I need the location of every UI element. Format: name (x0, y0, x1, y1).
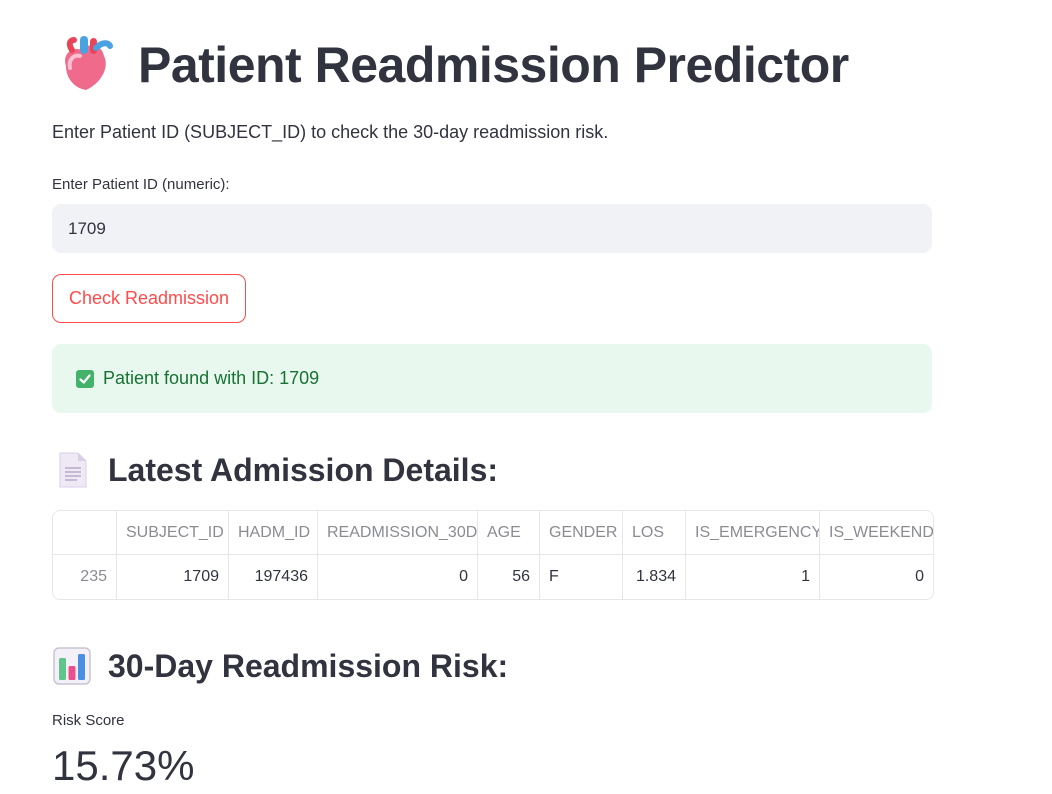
patient-id-label: Enter Patient ID (numeric): (52, 176, 230, 193)
table-cell[interactable]: 1 (686, 555, 820, 599)
table-header-row: SUBJECT_ID HADM_ID READMISSION_30D AGE G… (53, 511, 933, 555)
risk-score-label: Risk Score (52, 712, 125, 729)
table-cell[interactable]: 1709 (117, 555, 229, 599)
table-cell[interactable]: 0 (318, 555, 478, 599)
check-readmission-button[interactable]: Check Readmission (52, 274, 246, 323)
table-cell[interactable]: 56 (478, 555, 540, 599)
column-header[interactable] (53, 511, 117, 555)
success-alert: Patient found with ID: 1709 (52, 344, 932, 413)
admission-details-table[interactable]: SUBJECT_ID HADM_ID READMISSION_30D AGE G… (52, 510, 934, 600)
page-title-text: Patient Readmission Predictor (138, 37, 849, 93)
column-header[interactable]: LOS (623, 511, 686, 555)
readmission-risk-heading-text: 30-Day Readmission Risk: (108, 647, 509, 684)
admission-details-heading: Latest Admission Details: (52, 447, 498, 493)
patient-id-input[interactable] (52, 204, 932, 253)
table-cell[interactable]: F (540, 555, 623, 599)
table-cell[interactable]: 1.834 (623, 555, 686, 599)
column-header[interactable]: GENDER (540, 511, 623, 555)
success-alert-text: Patient found with ID: 1709 (103, 368, 320, 388)
column-header[interactable]: IS_EMERGENCY (686, 511, 820, 555)
column-header[interactable]: AGE (478, 511, 540, 555)
anatomical-heart-icon (65, 36, 113, 90)
column-header[interactable]: IS_WEEKEND (820, 511, 933, 555)
row-index-cell[interactable]: 235 (53, 555, 117, 599)
column-header[interactable]: SUBJECT_ID (117, 511, 229, 555)
readmission-risk-heading: 30-Day Readmission Risk: (52, 643, 508, 689)
intro-text: Enter Patient ID (SUBJECT_ID) to check t… (52, 122, 609, 142)
table-cell[interactable]: 0 (820, 555, 933, 599)
bar-chart-icon (53, 647, 91, 685)
column-header[interactable]: READMISSION_30D (318, 511, 478, 555)
table-row: 235 1709 197436 0 56 F 1.834 1 0 (53, 555, 933, 599)
admission-details-heading-text: Latest Admission Details: (108, 451, 499, 488)
page-facing-up-icon (59, 452, 87, 488)
table-cell[interactable]: 197436 (229, 555, 318, 599)
page-title: Patient Readmission Predictor (52, 30, 952, 100)
column-header[interactable]: HADM_ID (229, 511, 318, 555)
check-mark-button-icon (76, 369, 94, 388)
